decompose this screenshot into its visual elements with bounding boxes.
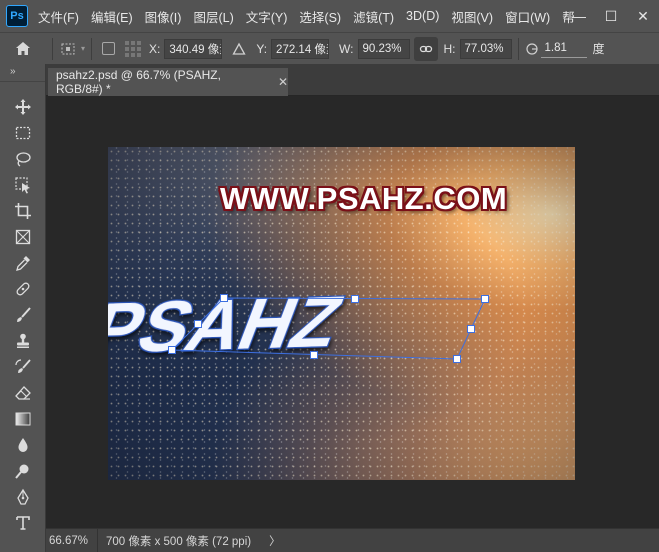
transform-handle-top-right[interactable] <box>481 295 489 303</box>
healing-brush-tool[interactable] <box>0 276 46 302</box>
height-field[interactable]: 77.03% <box>459 38 512 59</box>
link-aspect-button[interactable] <box>413 36 438 61</box>
separator <box>52 37 53 60</box>
gradient-icon <box>15 412 31 426</box>
document-tab[interactable]: psahz2.psd @ 66.7% (PSAHZ, RGB/8#) * ✕ <box>48 68 288 96</box>
gradient-tool[interactable] <box>0 406 46 432</box>
crop-tool[interactable] <box>0 198 46 224</box>
x-position-field[interactable]: 340.49 像素 <box>164 38 223 59</box>
type-icon <box>16 516 30 530</box>
canvas-workspace[interactable]: WWW.PSAHZ.COM PSAHZ <box>46 96 659 528</box>
menu-file[interactable]: 文件(F) <box>38 7 79 26</box>
menu-edit[interactable]: 编辑(E) <box>91 7 133 26</box>
type-tool[interactable] <box>0 510 46 536</box>
reference-point-checkbox[interactable] <box>102 42 116 55</box>
blur-tool[interactable] <box>0 432 46 458</box>
options-bar: ▾ X: 340.49 像素 Y: 272.14 像素 W: 90.23% H:… <box>0 32 659 64</box>
frame-tool[interactable] <box>0 224 46 250</box>
bandage-icon <box>16 282 30 296</box>
free-transform-overlay[interactable]: PSAHZ <box>108 147 575 480</box>
window-controls: — ☐ ✕ <box>563 0 659 32</box>
width-field[interactable]: 90.23% <box>357 38 410 59</box>
menu-layer[interactable]: 图层(L) <box>193 7 233 26</box>
dodge-tool[interactable] <box>0 458 46 484</box>
rectangular-marquee-icon <box>15 126 31 140</box>
delta-icon <box>232 42 246 55</box>
reference-point-toggle[interactable]: ▾ <box>59 41 85 57</box>
pen-icon <box>17 488 29 505</box>
separator <box>517 37 519 60</box>
history-brush-icon <box>15 359 31 373</box>
marquee-tool[interactable] <box>0 120 46 146</box>
transform-handle-right[interactable] <box>467 325 475 333</box>
menu-view[interactable]: 视图(V) <box>451 7 493 26</box>
y-position-field[interactable]: 272.14 像素 <box>271 38 330 59</box>
document-tab-bar: psahz2.psd @ 66.7% (PSAHZ, RGB/8#) * ✕ <box>46 64 659 96</box>
toolbar-collapse-button[interactable]: » <box>0 64 45 82</box>
pen-tool[interactable] <box>0 484 46 510</box>
link-icon <box>419 45 432 52</box>
lasso-tool[interactable] <box>0 146 46 172</box>
eyedropper-tool[interactable] <box>0 250 46 276</box>
eraser-tool[interactable] <box>0 380 46 406</box>
status-menu-arrow-icon[interactable]: 〉 <box>269 533 281 549</box>
document-canvas[interactable]: WWW.PSAHZ.COM PSAHZ <box>108 147 575 480</box>
photoshop-logo: Ps <box>6 5 28 27</box>
maximize-button[interactable]: ☐ <box>595 0 627 32</box>
tools-panel: » <box>0 64 46 552</box>
document-tab-title: psahz2.psd @ 66.7% (PSAHZ, RGB/8#) * <box>56 68 221 96</box>
clone-stamp-tool[interactable] <box>0 328 46 354</box>
document-info: 700 像素 x 500 像素 (72 ppi) <box>106 535 252 548</box>
menu-window[interactable]: 窗口(W) <box>505 7 550 26</box>
y-label: Y: <box>256 41 268 56</box>
chevron-down-icon: ▾ <box>81 44 86 53</box>
home-icon <box>16 41 30 55</box>
transform-handle-bottom[interactable] <box>310 351 318 359</box>
reference-point-grid-icon <box>125 40 142 57</box>
minimize-button[interactable]: — <box>563 0 595 32</box>
move-tool[interactable] <box>0 94 46 120</box>
move-icon <box>15 99 31 115</box>
dodge-icon <box>15 464 29 479</box>
transform-move-icon <box>61 43 75 54</box>
eyedropper-icon <box>16 256 30 271</box>
menu-image[interactable]: 图像(I) <box>145 7 182 26</box>
lasso-icon <box>16 152 31 167</box>
zoom-level-field[interactable]: 66.67% <box>46 528 98 552</box>
frame-icon <box>15 229 31 245</box>
transform-handle-bottom-left[interactable] <box>168 346 176 354</box>
transform-handle-top[interactable] <box>351 295 359 303</box>
angle-field[interactable]: 1.81 <box>540 40 587 58</box>
history-brush-tool[interactable] <box>0 354 46 380</box>
eraser-icon <box>15 386 31 400</box>
w-label: W: <box>339 41 354 56</box>
separator <box>91 37 93 60</box>
transform-handle-left[interactable] <box>194 320 202 328</box>
home-button[interactable] <box>0 40 46 58</box>
close-button[interactable]: ✕ <box>627 0 659 32</box>
brush-tool[interactable] <box>0 302 46 328</box>
angle-unit-label: 度 <box>592 42 605 56</box>
transform-handle-top-left[interactable] <box>220 294 228 302</box>
menu-3d[interactable]: 3D(D) <box>406 9 439 23</box>
status-bar: 66.67% 700 像素 x 500 像素 (72 ppi) 〉 <box>46 528 659 552</box>
stamp-icon <box>17 333 29 348</box>
menu-select[interactable]: 选择(S) <box>299 7 341 26</box>
transform-handle-bottom-right[interactable] <box>453 355 461 363</box>
menu-bar: Ps 文件(F) 编辑(E) 图像(I) 图层(L) 文字(Y) 选择(S) 滤… <box>0 0 659 32</box>
menu-type[interactable]: 文字(Y) <box>246 7 288 26</box>
crop-icon <box>15 203 31 219</box>
object-selection-icon <box>15 177 30 194</box>
h-label: H: <box>443 41 456 56</box>
brush-icon <box>17 307 31 322</box>
rotate-angle-icon <box>525 42 538 55</box>
drop-icon <box>18 438 28 452</box>
close-tab-icon[interactable]: ✕ <box>278 75 288 89</box>
object-selection-tool[interactable] <box>0 172 46 198</box>
menu-filter[interactable]: 滤镜(T) <box>353 7 394 26</box>
x-label: X: <box>149 41 161 56</box>
